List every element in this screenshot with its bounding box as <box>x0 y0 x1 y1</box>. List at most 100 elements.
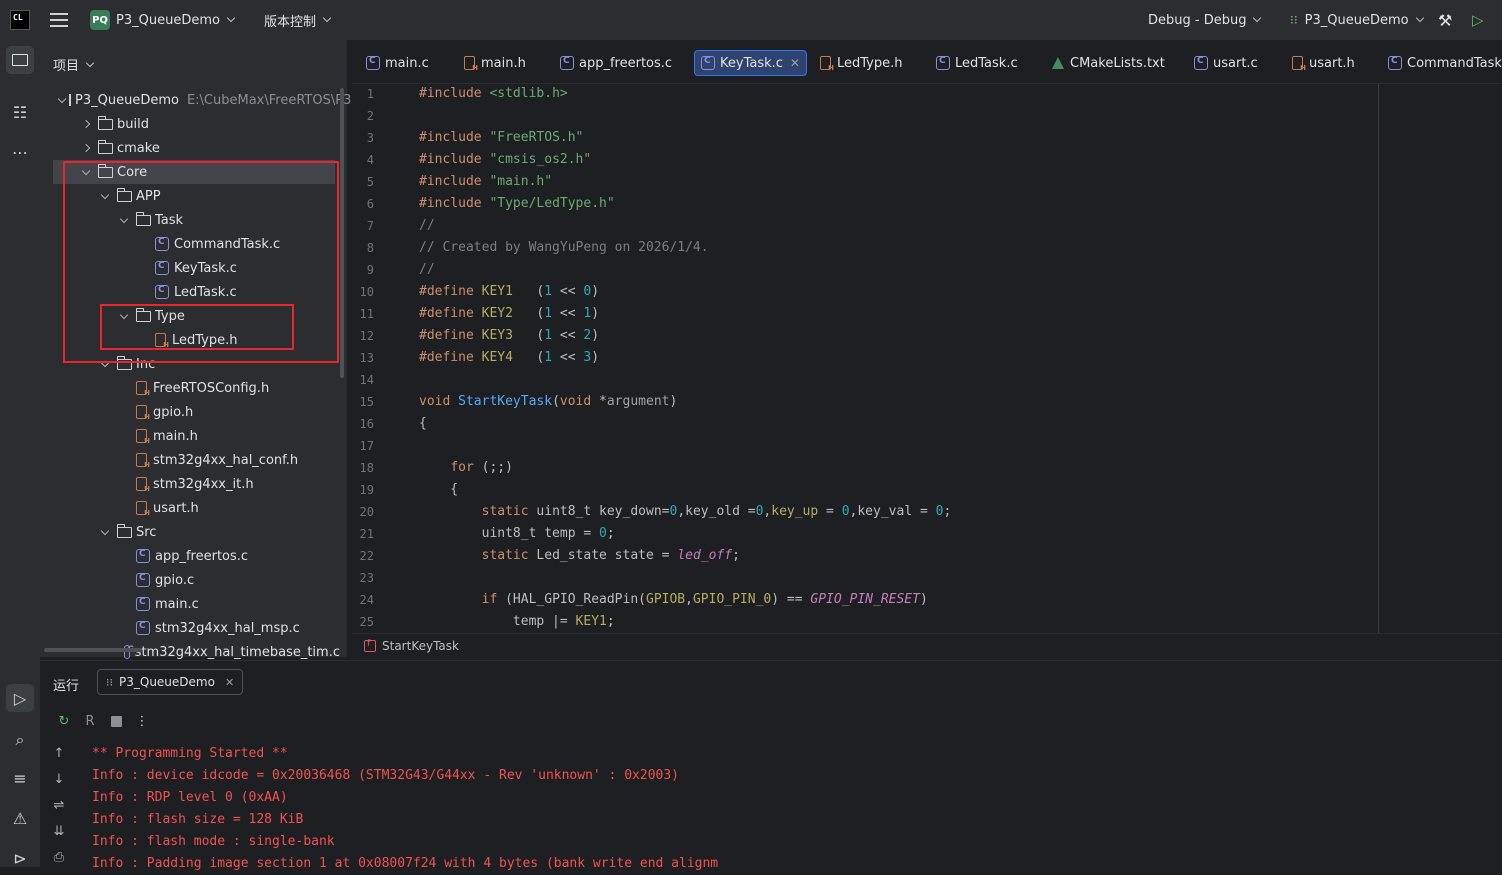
code-line[interactable]: { <box>419 482 458 497</box>
editor-tab[interactable]: KeyTask.c ✕ <box>694 50 807 76</box>
editor-tab[interactable]: main.c <box>360 50 435 76</box>
more-options-icon[interactable]: ⋮ <box>131 711 153 731</box>
code-line[interactable]: #include "Type/LedType.h" <box>419 196 615 211</box>
highlight-box-type <box>100 304 294 350</box>
scroll-down-icon[interactable]: ↓ <box>51 771 67 787</box>
c-file-icon <box>1194 56 1208 70</box>
scroll-up-icon[interactable]: ↑ <box>51 745 67 761</box>
chevron-right-icon[interactable] <box>78 143 94 153</box>
chevron-down-icon[interactable] <box>97 526 113 535</box>
breadcrumb[interactable]: StartKeyTask <box>352 633 1502 657</box>
soft-wrap-icon[interactable]: ⇌ <box>51 797 67 813</box>
tree-item[interactable]: Src <box>40 520 340 544</box>
code-line[interactable]: // Created by WangYuPeng on 2026/1/4. <box>419 240 709 255</box>
code-line[interactable]: #include "cmsis_os2.h" <box>419 152 591 167</box>
tree-item[interactable]: build <box>40 112 340 136</box>
code-line[interactable]: #include "main.h" <box>419 174 552 189</box>
code-line[interactable]: #define KEY3 (1 << 2) <box>419 328 599 343</box>
editor-tab[interactable]: usart.c <box>1188 50 1264 76</box>
print-icon[interactable]: ⎙ <box>51 849 67 865</box>
editor-tab[interactable]: CommandTask.c <box>1382 50 1502 76</box>
editor-tab[interactable]: main.h <box>458 50 532 76</box>
vcs-menu[interactable]: 版本控制 <box>264 0 332 40</box>
tree-item-label: stm32g4xx_hal_timebase_tim.c <box>134 644 340 660</box>
folder-icon[interactable] <box>6 46 34 74</box>
tree-item[interactable]: main.c <box>40 592 340 616</box>
project-switcher[interactable]: P3_QueueDemo <box>116 0 236 40</box>
run-tool-icon[interactable]: ▷ <box>6 684 34 712</box>
tree-item[interactable]: cmake <box>40 136 340 160</box>
code-line[interactable]: for (;;) <box>419 460 513 475</box>
more-icon[interactable]: ⋯ <box>6 138 34 166</box>
code-line[interactable]: static uint8_t key_down=0,key_old =0,key… <box>419 504 952 519</box>
editor-tab[interactable]: CMakeLists.txt <box>1046 50 1171 76</box>
tree-item[interactable]: gpio.h <box>40 400 340 424</box>
tree-item[interactable]: stm32g4xx_hal_msp.c <box>40 616 340 640</box>
project-panel: 项目 P3_QueueDemo E:\CubeMax\FreeRTOS\P3 bui… <box>40 40 351 660</box>
run-config-selector[interactable]: Debug - Debug <box>1148 0 1262 40</box>
run-config-icon: ⁝⁝ <box>106 675 113 689</box>
problems-icon[interactable]: ⚠ <box>6 804 34 832</box>
tree-item[interactable]: app_freertos.c <box>40 544 340 568</box>
code-line[interactable]: #define KEY4 (1 << 3) <box>419 350 599 365</box>
close-icon[interactable]: ✕ <box>790 56 800 70</box>
chevron-right-icon[interactable] <box>78 119 94 129</box>
debug-icon[interactable]: ⊳ <box>6 844 34 872</box>
editor-tab[interactable]: LedType.h <box>814 50 909 76</box>
tree-item[interactable]: stm32g4xx_it.h <box>40 472 340 496</box>
editor-tab[interactable]: LedTask.c <box>930 50 1024 76</box>
scroll-to-end-icon[interactable]: ⇊ <box>51 823 67 839</box>
editor-tab-label: usart.c <box>1213 55 1258 71</box>
tree-hscrollbar[interactable] <box>44 648 142 652</box>
project-badge[interactable]: PQ <box>90 10 110 30</box>
line-number: 22 <box>359 549 374 563</box>
h-file-icon <box>136 405 150 421</box>
tree-item-label: gpio.c <box>155 572 195 588</box>
search-icon[interactable]: ⌕ <box>6 726 34 754</box>
hamburger-icon[interactable] <box>50 13 68 27</box>
code-line[interactable]: #include "FreeRTOS.h" <box>419 130 583 145</box>
tree-item[interactable]: usart.h <box>40 496 340 520</box>
run-tab[interactable]: ⁝⁝ P3_QueueDemo ✕ <box>97 669 244 695</box>
tree-item[interactable]: stm32g4xx_hal_conf.h <box>40 448 340 472</box>
code-line[interactable]: { <box>419 416 427 431</box>
code-line[interactable]: // <box>419 218 435 233</box>
code-area[interactable]: 1 #include <stdlib.h> 2 3 #include "FreeRTOS… <box>352 84 1502 633</box>
run-panel: 运行 ⁝⁝ P3_QueueDemo ✕ ↻ R ⋮ ↑ ↓ ⇌ ⇊ ⎙ ** … <box>40 660 1502 871</box>
tree-item[interactable]: main.h <box>40 424 340 448</box>
target-selector[interactable]: ⁝⁝ P3_QueueDemo <box>1290 0 1424 40</box>
code-line[interactable]: #include <stdlib.h> <box>419 86 568 101</box>
hammer-icon[interactable]: ⚒ <box>1438 0 1452 40</box>
play-icon[interactable]: ▷ <box>1472 0 1484 40</box>
code-line[interactable]: void StartKeyTask(void *argument) <box>419 394 677 409</box>
line-number: 8 <box>366 241 374 255</box>
editor-tab[interactable]: app_freertos.c <box>554 50 678 76</box>
structure-icon[interactable]: ☷ <box>6 98 34 126</box>
rerun-failed-icon[interactable]: R <box>79 711 101 731</box>
editor-tab[interactable]: usart.h <box>1286 50 1361 76</box>
tree-item[interactable]: P3_QueueDemo E:\CubeMax\FreeRTOS\P3 <box>40 88 351 112</box>
code-line[interactable]: #define KEY2 (1 << 1) <box>419 306 599 321</box>
code-line[interactable]: // <box>419 262 435 277</box>
code-line[interactable]: uint8_t temp = 0; <box>419 526 615 541</box>
code-line[interactable]: #define KEY1 (1 << 0) <box>419 284 599 299</box>
console-output[interactable]: ** Programming Started ** Info : device i… <box>92 743 718 875</box>
project-panel-header[interactable]: 项目 <box>53 55 95 74</box>
code-line[interactable]: static Led_state state = led_off; <box>419 548 740 563</box>
close-icon[interactable]: ✕ <box>225 676 234 689</box>
breadcrumb-function[interactable]: StartKeyTask <box>382 639 459 653</box>
c-file-icon <box>136 549 150 563</box>
code-line[interactable]: temp |= KEY1; <box>419 614 615 629</box>
tree-item[interactable]: FreeRTOSConfig.h <box>40 376 340 400</box>
line-number: 13 <box>359 351 374 365</box>
rerun-icon[interactable]: ↻ <box>53 711 75 731</box>
tree-item[interactable]: gpio.c <box>40 568 340 592</box>
line-number: 6 <box>366 197 374 211</box>
chevron-down-icon[interactable] <box>57 94 67 103</box>
line-number: 20 <box>359 505 374 519</box>
tree-scrollbar[interactable] <box>340 88 344 378</box>
code-line[interactable]: if (HAL_GPIO_ReadPin(GPIOB,GPIO_PIN_0) =… <box>419 592 928 607</box>
terminal-list-icon[interactable]: ≡ <box>6 764 34 792</box>
stop-icon[interactable] <box>105 711 127 731</box>
c-file-icon <box>560 56 574 70</box>
